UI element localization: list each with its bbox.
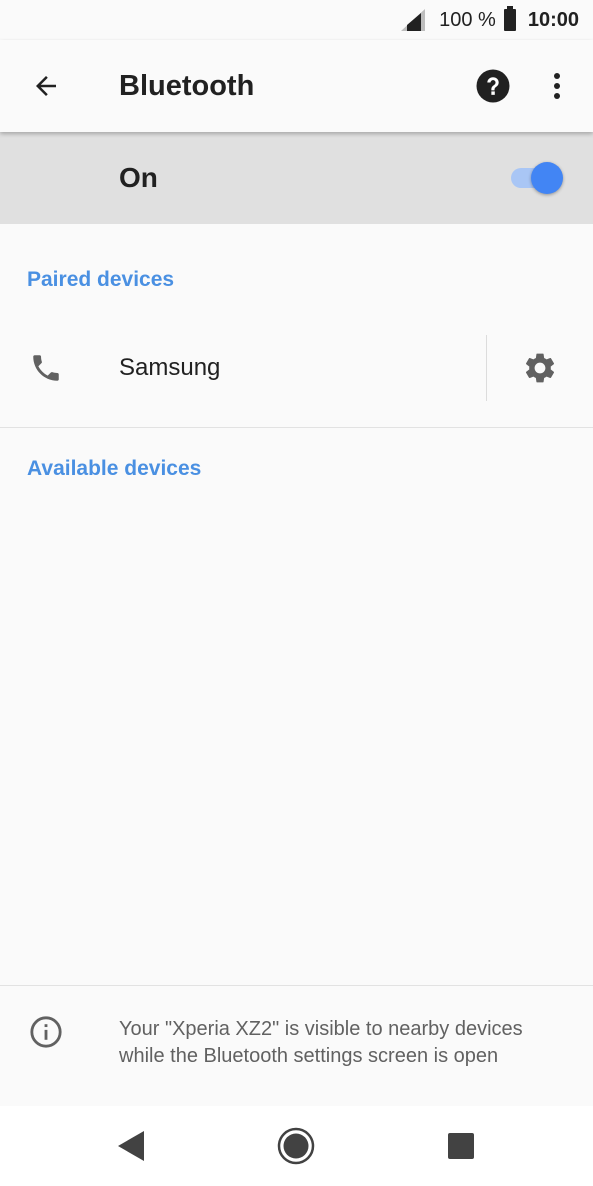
app-bar: Bluetooth <box>0 40 593 132</box>
device-settings-button[interactable] <box>487 350 593 386</box>
bluetooth-master-switch-bar[interactable]: On <box>0 132 593 224</box>
help-icon <box>476 69 510 103</box>
nav-recents-icon <box>448 1133 474 1159</box>
system-nav-bar <box>0 1106 593 1186</box>
clock: 10:00 <box>527 8 579 31</box>
back-button[interactable] <box>0 40 92 132</box>
paired-devices-header: Paired devices <box>27 268 175 291</box>
battery-icon <box>503 6 516 31</box>
page-title: Bluetooth <box>119 69 255 102</box>
signal-icon <box>401 9 426 31</box>
section-divider <box>0 427 593 428</box>
device-type <box>0 351 92 385</box>
visibility-info-text: Your "Xperia XZ2" is visible to nearby d… <box>119 1018 523 1067</box>
info-icon <box>30 1016 62 1048</box>
status-bar: 100 % 10:00 <box>0 0 593 40</box>
nav-home-button[interactable] <box>251 1106 341 1186</box>
device-name: Samsung <box>119 354 221 381</box>
visibility-info-footer: Your "Xperia XZ2" is visible to nearby d… <box>0 1000 593 1106</box>
switch-label: On <box>119 162 158 193</box>
toggle-thumb <box>531 162 563 194</box>
gear-icon <box>525 353 555 383</box>
available-devices-header: Available devices <box>27 457 202 480</box>
battery-percent: 100 % <box>439 8 496 31</box>
more-vert-icon <box>554 73 560 99</box>
help-button[interactable] <box>465 58 521 114</box>
back-arrow-icon <box>36 76 56 96</box>
bluetooth-toggle[interactable] <box>507 158 563 198</box>
footer-divider <box>0 985 593 986</box>
phone-icon <box>33 355 59 381</box>
nav-back-icon <box>118 1131 144 1161</box>
nav-recents-button[interactable] <box>416 1106 506 1186</box>
more-options-button[interactable] <box>535 58 579 114</box>
paired-device-row[interactable]: Samsung <box>0 323 593 413</box>
nav-back-button[interactable] <box>86 1106 176 1186</box>
nav-home-icon <box>277 1127 315 1165</box>
